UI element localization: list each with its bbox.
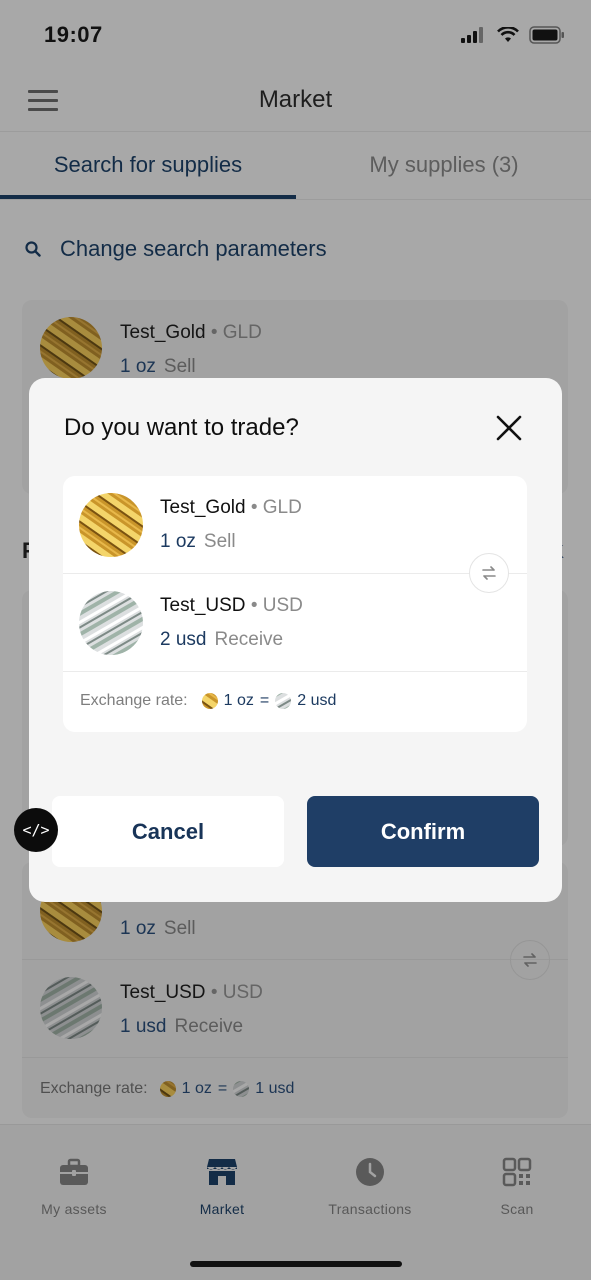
nav-label: Market bbox=[199, 1201, 245, 1217]
gold-mini-icon bbox=[201, 693, 218, 709]
exchange-rate: Exchange rate: 1 oz = 1 usd bbox=[40, 1080, 294, 1098]
gold-coin-icon bbox=[40, 317, 102, 379]
page-title: Market bbox=[258, 86, 333, 113]
nav-label: Transactions bbox=[328, 1201, 412, 1217]
exchange-rate-label: Exchange rate: bbox=[40, 1080, 148, 1097]
gold-coin-icon bbox=[79, 493, 143, 557]
asset-quantity: 2 usd Receive bbox=[160, 629, 284, 650]
usd-mini-icon bbox=[275, 693, 292, 709]
active-tab-indicator bbox=[0, 195, 296, 199]
trade-summary-card: Test_Gold • GLD 1 oz Sell Test_USD • USD … bbox=[63, 476, 527, 732]
nav-market[interactable]: Market bbox=[148, 1155, 296, 1217]
status-time: 19:07 bbox=[44, 22, 103, 47]
swap-button[interactable] bbox=[469, 553, 509, 593]
asset-name: Test_Gold • GLD bbox=[160, 497, 302, 518]
battery-icon bbox=[529, 26, 564, 44]
dialog-title: Do you want to trade? bbox=[64, 414, 299, 441]
nav-label: My assets bbox=[41, 1201, 107, 1217]
trade-row-sell: Test_Gold • GLD 1 oz Sell bbox=[63, 476, 527, 574]
exchange-rate-label: Exchange rate: bbox=[80, 692, 188, 709]
change-search-parameters-link[interactable]: Change search parameters bbox=[24, 236, 327, 262]
dev-tools-badge[interactable]: </> bbox=[14, 808, 58, 852]
signal-icon bbox=[461, 27, 483, 43]
trade-row-receive: Test_USD • USD 2 usd Receive bbox=[63, 574, 527, 672]
swap-icon bbox=[482, 566, 496, 580]
usd-mini-icon bbox=[233, 1081, 250, 1097]
rate-to: 1 usd bbox=[255, 1080, 295, 1097]
clock-icon bbox=[356, 1158, 384, 1186]
nav-my-assets[interactable]: My assets bbox=[0, 1155, 148, 1217]
rate-equals: = bbox=[259, 692, 270, 709]
nav-transactions[interactable]: Transactions bbox=[296, 1155, 444, 1217]
asset-quantity: 1 oz Sell bbox=[120, 918, 196, 939]
asset-name: Test_USD • USD bbox=[120, 982, 263, 1003]
asset-name: Test_USD • USD bbox=[160, 595, 303, 616]
bottom-nav: My assets Market Transactions Scan bbox=[0, 1124, 591, 1280]
asset-name: Test_Gold • GLD bbox=[120, 322, 262, 343]
rate-to: 2 usd bbox=[297, 692, 337, 709]
wifi-icon bbox=[497, 27, 519, 42]
supply-row-usd: Test_USD • USD 1 usd Receive bbox=[22, 960, 568, 1058]
app-header: Market bbox=[0, 66, 591, 132]
trade-confirm-dialog: Do you want to trade? Test_Gold • GLD 1 … bbox=[29, 378, 562, 902]
asset-quantity: 1 oz Sell bbox=[120, 356, 196, 377]
search-icon bbox=[25, 241, 41, 257]
confirm-button[interactable]: Confirm bbox=[307, 796, 539, 867]
rate-from: 1 oz bbox=[223, 692, 254, 709]
store-icon bbox=[207, 1159, 237, 1185]
rate-from: 1 oz bbox=[181, 1080, 212, 1097]
tabs: Search for supplies My supplies (3) bbox=[0, 132, 591, 200]
exchange-rate: Exchange rate: 1 oz = 2 usd bbox=[80, 692, 336, 710]
qr-icon bbox=[502, 1157, 532, 1187]
cancel-button[interactable]: Cancel bbox=[52, 796, 284, 867]
usd-coin-icon bbox=[40, 977, 102, 1039]
gold-mini-icon bbox=[159, 1081, 176, 1097]
rate-equals: = bbox=[217, 1080, 228, 1097]
briefcase-icon bbox=[60, 1158, 88, 1185]
nav-scan[interactable]: Scan bbox=[443, 1155, 591, 1217]
usd-coin-icon bbox=[79, 591, 143, 655]
search-link-label: Change search parameters bbox=[60, 236, 327, 261]
nav-label: Scan bbox=[500, 1201, 534, 1217]
asset-quantity: 1 oz Sell bbox=[160, 531, 236, 552]
status-bar: 19:07 bbox=[0, 0, 591, 66]
asset-quantity: 1 usd Receive bbox=[120, 1016, 244, 1037]
close-icon[interactable] bbox=[493, 412, 525, 444]
status-icons bbox=[461, 26, 565, 44]
home-indicator bbox=[190, 1261, 402, 1267]
tab-my-supplies[interactable]: My supplies (3) bbox=[296, 132, 591, 200]
tab-search-for-supplies[interactable]: Search for supplies bbox=[0, 132, 296, 200]
